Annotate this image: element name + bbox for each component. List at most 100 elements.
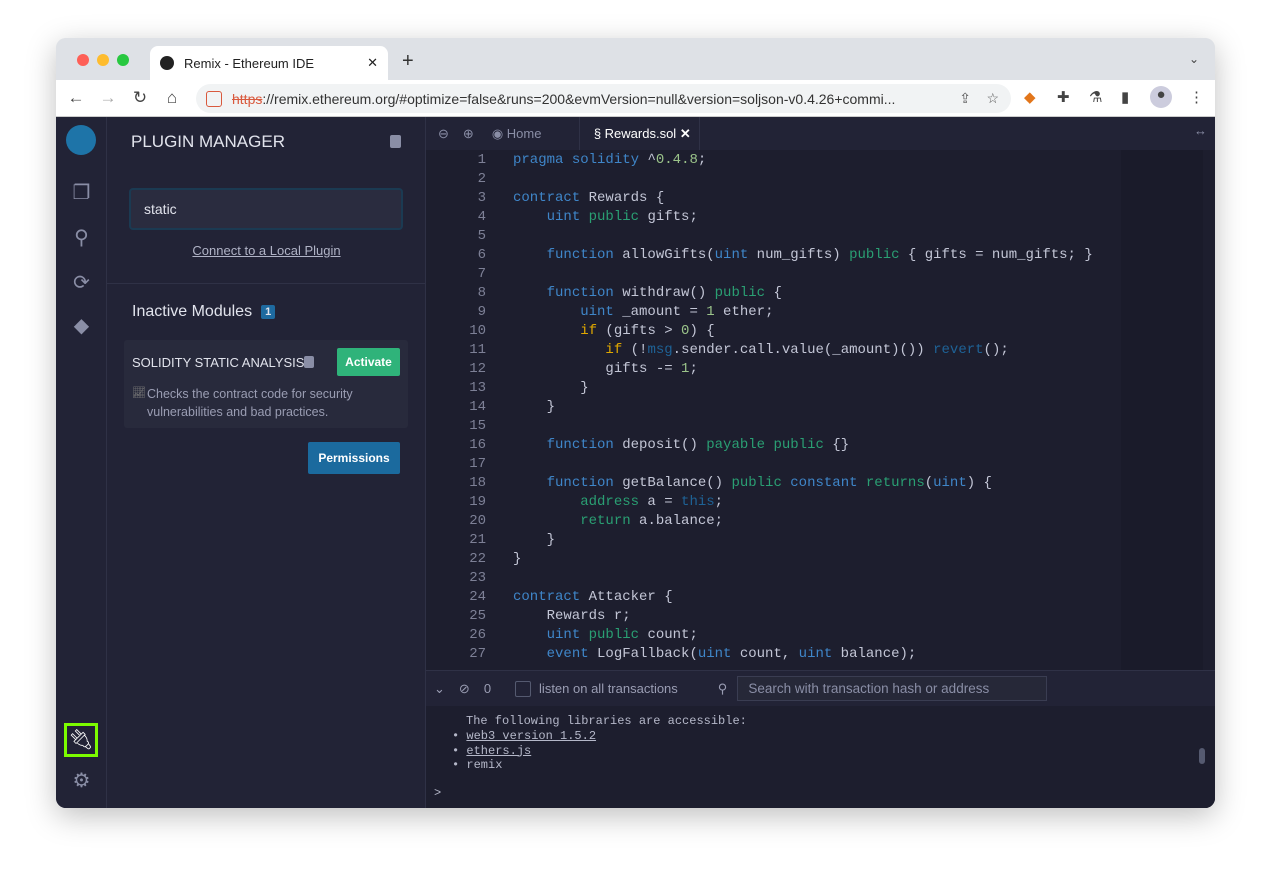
deploy-run-icon[interactable]: ◆ (68, 313, 95, 340)
plugin-manager-icon[interactable]: 🔌︎ (64, 723, 98, 757)
extensions-icon[interactable]: ✚ (1057, 88, 1070, 106)
close-tab-icon[interactable]: ✕ (367, 55, 378, 71)
code-token: ) { (689, 323, 715, 339)
minimize-window-button[interactable] (97, 54, 109, 66)
expand-panel-icon[interactable]: ↔ (1194, 123, 1207, 138)
new-tab-button[interactable]: + (402, 50, 414, 73)
zoom-out-icon[interactable]: ⊖ (438, 126, 449, 142)
code-line[interactable]: } (513, 550, 521, 569)
code-line[interactable]: uint public gifts; (513, 208, 698, 227)
code-line[interactable]: } (513, 379, 588, 398)
code-token: constant (790, 475, 858, 491)
remix-favicon-icon (160, 56, 174, 70)
lib-item[interactable]: • ethers.js (452, 744, 596, 759)
tab-search-chevron-icon[interactable]: ⌄ (1189, 52, 1199, 66)
code-token: uint (580, 304, 614, 320)
side-panel-icon[interactable]: ▮ (1121, 88, 1129, 106)
code-line[interactable]: Rewards r; (513, 607, 631, 626)
connect-local-plugin-link[interactable]: Connect to a Local Plugin (107, 243, 426, 258)
lib-link[interactable]: ethers.js (466, 744, 531, 758)
terminal-toolbar: ⌄ ⊘ 0 listen on all transactions ⚲ Searc… (426, 670, 1215, 706)
back-icon[interactable]: ← (64, 88, 88, 108)
code-line[interactable]: uint public count; (513, 626, 698, 645)
zoom-in-icon[interactable]: ⊕ (463, 126, 474, 142)
browser-tab[interactable]: Remix - Ethereum IDE ✕ (150, 46, 388, 80)
browser-window: Remix - Ethereum IDE ✕ + ⌄ ← → ↻ ⌂ https… (56, 38, 1215, 808)
line-number: 6 (477, 247, 486, 263)
line-number: 19 (469, 494, 486, 510)
code-line[interactable]: function getBalance() public constant re… (513, 474, 992, 493)
maximize-window-button[interactable] (117, 54, 129, 66)
settings-gear-icon[interactable]: ⚙ (68, 768, 95, 795)
code-line[interactable]: if (!msg.sender.call.value(_amount)()) r… (513, 341, 1008, 360)
share-icon[interactable]: ⇪ (959, 90, 971, 107)
forward-icon[interactable]: → (96, 88, 120, 108)
home-icon[interactable]: ⌂ (160, 88, 184, 108)
code-token: Rewards r; (513, 608, 631, 624)
tab-home[interactable]: ◉ Home (492, 117, 580, 150)
plugin-docs-icon[interactable] (304, 356, 314, 368)
code-token: function (546, 437, 614, 453)
code-token: gifts -= (513, 361, 682, 377)
tx-search-input[interactable]: Search with transaction hash or address (737, 676, 1048, 701)
url-input[interactable]: https ://remix.ethereum.org/#optimize=fa… (196, 84, 1011, 113)
file-explorer-icon[interactable]: ❐ (68, 180, 95, 207)
permissions-button[interactable]: Permissions (308, 442, 400, 474)
code-line[interactable]: uint _amount = 1 ether; (513, 303, 773, 322)
code-token: } (513, 532, 556, 548)
code-token: public (773, 437, 824, 453)
code-line[interactable]: function withdraw() public { (513, 284, 782, 303)
code-line[interactable]: return a.balance; (513, 512, 723, 531)
code-line[interactable]: function deposit() payable public {} (513, 436, 850, 455)
code-line[interactable]: contract Rewards { (513, 189, 664, 208)
lib-item[interactable]: • web3 version 1.5.2 (452, 729, 596, 744)
terminal-prompt[interactable]: > (434, 786, 441, 800)
collapse-terminal-icon[interactable]: ⌄ (434, 681, 445, 697)
not-secure-icon (206, 90, 222, 107)
minimap[interactable] (1121, 150, 1203, 670)
code-line[interactable]: } (513, 398, 555, 417)
close-tab-icon[interactable]: ✕ (680, 126, 691, 141)
analysis-chart-icon: 📈︎ (132, 387, 146, 399)
inactive-modules-header: Inactive Modules 1 (132, 303, 276, 321)
code-editor[interactable]: 1 pragma solidity ^0.4.8; 2 3 contract Rewar… (426, 150, 1121, 670)
plugin-name: SOLIDITY STATIC ANALYSIS (132, 355, 305, 370)
reload-icon[interactable]: ↻ (128, 88, 152, 108)
code-token: {} (823, 437, 850, 453)
plugin-search-input[interactable]: static (129, 188, 403, 230)
remix-logo-icon[interactable] (66, 125, 96, 155)
line-number: 26 (469, 627, 486, 643)
lib-link[interactable]: web3 version 1.5.2 (466, 729, 596, 743)
flask-icon[interactable]: ⚗ (1089, 88, 1102, 106)
menu-kebab-icon[interactable]: ⋮ (1189, 88, 1204, 106)
docs-book-icon[interactable] (390, 135, 401, 148)
code-token: (! (622, 342, 648, 358)
activate-button[interactable]: Activate (337, 348, 400, 376)
tab-rewards-sol[interactable]: § Rewards.sol ✕ (580, 117, 700, 150)
code-line[interactable]: event LogFallback(uint count, uint balan… (513, 645, 917, 664)
code-token: Attacker { (580, 589, 673, 605)
solidity-compiler-icon[interactable]: ⟳ (68, 270, 95, 297)
code-token: solidity (571, 152, 640, 168)
line-number: 21 (469, 532, 486, 548)
search-icon[interactable]: ⚲ (68, 225, 95, 252)
profile-avatar-icon[interactable]: ● (1150, 86, 1172, 108)
metamask-icon[interactable]: ◆ (1024, 88, 1036, 106)
listen-checkbox[interactable] (515, 680, 532, 697)
code-line[interactable]: pragma solidity ^0.4.8; (513, 151, 706, 170)
code-line[interactable]: address a = this; (513, 493, 723, 512)
code-token: ; (697, 152, 707, 168)
code-line[interactable]: } (513, 531, 555, 550)
code-line[interactable]: if (gifts > 0) { (513, 322, 715, 341)
code-token: if (580, 323, 598, 339)
code-token: num_gifts) (748, 247, 850, 263)
code-line[interactable]: function allowGifts(uint num_gifts) publ… (513, 246, 1093, 265)
code-line[interactable]: contract Attacker { (513, 588, 673, 607)
bookmark-star-icon[interactable]: ☆ (986, 90, 999, 107)
terminal-scrollbar[interactable] (1199, 748, 1205, 764)
code-line[interactable]: gifts -= 1; (513, 360, 697, 379)
clear-console-icon[interactable]: ⊘ (459, 681, 470, 697)
close-window-button[interactable] (77, 54, 89, 66)
